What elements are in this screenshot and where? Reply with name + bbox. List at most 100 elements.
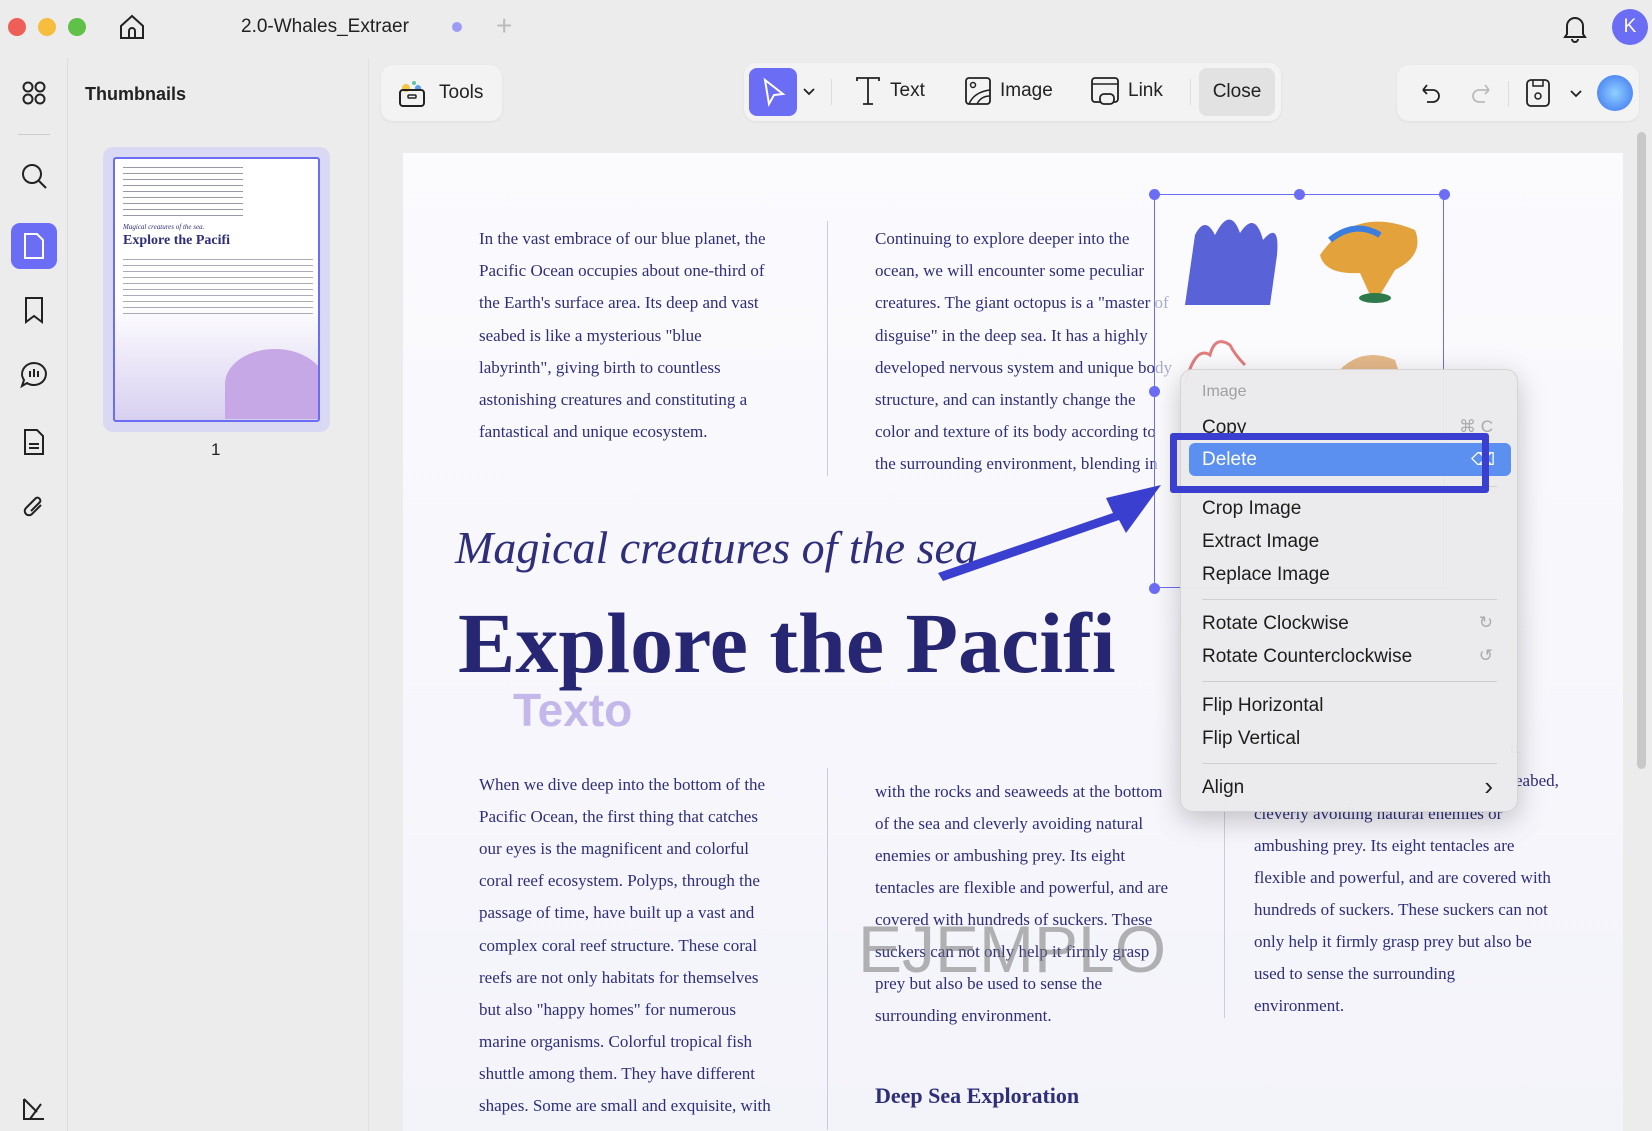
text-line[interactable]: marine organisms. Colorful tropical fish <box>479 1032 752 1052</box>
search-icon[interactable] <box>14 156 54 196</box>
text-line[interactable]: astonishing creatures and constituting a <box>479 390 747 410</box>
grid-icon[interactable] <box>14 73 54 113</box>
chevron-down-icon[interactable] <box>1569 88 1583 100</box>
text-line[interactable]: environment. <box>1254 996 1344 1016</box>
scrollbar[interactable] <box>1637 132 1646 769</box>
resize-handle[interactable] <box>1149 386 1160 397</box>
thumbnail-title: Explore the Pacifi <box>123 233 231 248</box>
bell-icon[interactable] <box>1560 12 1590 44</box>
menu-header: Image <box>1202 383 1247 400</box>
text-line[interactable]: complex coral reef structure. These cora… <box>479 936 757 956</box>
image-icon <box>965 77 991 105</box>
text-line[interactable]: ambushing prey. Its eight tentacles are <box>1254 836 1514 856</box>
undo-icon[interactable] <box>1417 80 1443 106</box>
edit-toolbar: Text Image Link Close <box>744 63 1281 121</box>
redo-icon[interactable] <box>1469 80 1495 106</box>
thumbnails-panel: Thumbnails Magical creatures of the sea.… <box>68 58 369 1131</box>
menu-item-flip-vertical[interactable]: Flip Vertical <box>1202 728 1300 750</box>
menu-item-align[interactable]: Align <box>1202 777 1244 799</box>
menu-item-crop-image[interactable]: Crop Image <box>1202 498 1301 520</box>
maximize-window-button[interactable] <box>68 18 86 36</box>
attachment-icon[interactable] <box>14 487 54 527</box>
menu-item-flip-horizontal[interactable]: Flip Horizontal <box>1202 695 1323 717</box>
page-number: 1 <box>211 440 221 459</box>
text-line[interactable]: the Earth's surface area. Its deep and v… <box>479 293 759 313</box>
link-icon <box>1091 77 1119 105</box>
text-line[interactable]: with the rocks and seaweeds at the botto… <box>875 782 1163 802</box>
text-line[interactable]: passage of time, have built up a vast an… <box>479 903 754 923</box>
save-icon[interactable] <box>1525 78 1551 108</box>
pages-icon[interactable] <box>11 223 57 269</box>
icon-rail <box>0 58 68 1131</box>
text-line[interactable]: ocean, we will encounter some peculiar <box>875 261 1144 281</box>
tools-button[interactable]: Tools <box>381 65 502 121</box>
column-divider <box>827 221 828 476</box>
document-icon[interactable] <box>14 422 54 462</box>
text-line[interactable]: only help it firmly grasp prey but also … <box>1254 932 1532 952</box>
text-line[interactable]: Pacific Ocean, the first thing that catc… <box>479 807 758 827</box>
text-line[interactable]: used to sense the surrounding <box>1254 964 1455 984</box>
text-line[interactable]: but also "happy homes" for numerous <box>479 1000 736 1020</box>
page-thumbnail[interactable]: Magical creatures of the sea. Explore th… <box>103 147 330 432</box>
close-window-button[interactable] <box>8 18 26 36</box>
resize-handle[interactable] <box>1294 189 1305 200</box>
watermark: EJEMPLO <box>858 912 1167 986</box>
resize-handle[interactable] <box>1149 189 1160 200</box>
text-line[interactable]: fantastical and unique ecosystem. <box>479 422 707 442</box>
text-line[interactable]: structure, and can instantly change the <box>875 390 1136 410</box>
text-line[interactable]: our eyes is the magnificent and colorful <box>479 839 749 859</box>
right-toolbar <box>1397 65 1639 121</box>
page-title[interactable]: Explore the Pacifi <box>458 593 1116 693</box>
resize-handle[interactable] <box>1439 189 1450 200</box>
ai-assistant-icon[interactable] <box>1597 75 1633 111</box>
text-line[interactable]: Pacific Ocean occupies about one-third o… <box>479 261 765 281</box>
text-line[interactable]: tentacles are flexible and powerful, and… <box>875 878 1168 898</box>
new-tab-button[interactable]: + <box>496 10 512 42</box>
column-divider <box>827 768 828 1130</box>
text-line[interactable]: surrounding environment. <box>875 1006 1052 1026</box>
text-line[interactable]: In the vast embrace of our blue planet, … <box>479 229 766 249</box>
text-line[interactable]: developed nervous system and unique body <box>875 358 1172 378</box>
text-line[interactable]: reefs are not only habitats for themselv… <box>479 968 758 988</box>
menu-item-replace-image[interactable]: Replace Image <box>1202 564 1330 586</box>
text-line[interactable]: When we dive deep into the bottom of the <box>479 775 765 795</box>
text-line[interactable]: labyrinth", giving birth to countless <box>479 358 721 378</box>
bookmark-icon[interactable] <box>14 290 54 330</box>
unsaved-indicator <box>452 22 462 32</box>
menu-item-rotate-clockwise[interactable]: Rotate Clockwise <box>1202 613 1349 635</box>
chevron-down-icon[interactable] <box>802 86 816 98</box>
section-heading[interactable]: Deep Sea Exploration <box>875 1083 1079 1109</box>
document-tab[interactable]: 2.0-Whales_Extraer <box>241 16 409 38</box>
panel-title: Thumbnails <box>85 84 187 104</box>
menu-item-rotate-counterclockwise[interactable]: Rotate Counterclockwise <box>1202 646 1412 668</box>
comment-icon[interactable] <box>14 355 54 395</box>
rotate-clockwise-icon: ↻ <box>1478 613 1493 632</box>
text-line[interactable]: seabed is like a mysterious "blue <box>479 326 702 346</box>
avatar[interactable]: K <box>1612 9 1648 45</box>
text-line[interactable]: coral reef ecosystem. Polyps, through th… <box>479 871 760 891</box>
layers-icon[interactable] <box>14 1089 54 1129</box>
text-line[interactable]: the surrounding environment, blending in <box>875 454 1158 474</box>
text-line[interactable]: Continuing to explore deeper into the <box>875 229 1129 249</box>
text-line[interactable]: of the sea and cleverly avoiding natural <box>875 814 1143 834</box>
text-line[interactable]: disguise" in the deep sea. It has a high… <box>875 326 1148 346</box>
text-line[interactable]: color and texture of its body according … <box>875 422 1156 442</box>
link-tool-button[interactable]: Link <box>1090 76 1163 106</box>
subtitle[interactable]: Magical creatures of the sea. <box>455 521 989 574</box>
text-fragment: eabed, <box>1515 771 1559 790</box>
select-tool-button[interactable] <box>749 68 797 116</box>
image-tool-button[interactable]: Image <box>964 76 1053 106</box>
text-line[interactable]: enemies or ambushing prey. Its eight <box>875 846 1125 866</box>
text-line[interactable]: flexible and powerful, and are covered w… <box>1254 868 1551 888</box>
home-icon[interactable] <box>117 12 147 42</box>
menu-item-extract-image[interactable]: Extract Image <box>1202 531 1319 553</box>
close-edit-button[interactable]: Close <box>1199 68 1275 116</box>
text-line[interactable]: creatures. The giant octopus is a "maste… <box>875 293 1169 313</box>
text-line[interactable]: shuttle among them. They have different <box>479 1064 755 1084</box>
minimize-window-button[interactable] <box>38 18 56 36</box>
text-line[interactable]: hundreds of suckers. These suckers can n… <box>1254 900 1548 920</box>
annotation-arrow <box>938 485 1161 581</box>
text-line[interactable]: shapes. Some are small and exquisite, wi… <box>479 1096 771 1116</box>
text-tool-button[interactable]: Text <box>854 76 925 106</box>
annotation-highlight <box>1170 433 1489 493</box>
